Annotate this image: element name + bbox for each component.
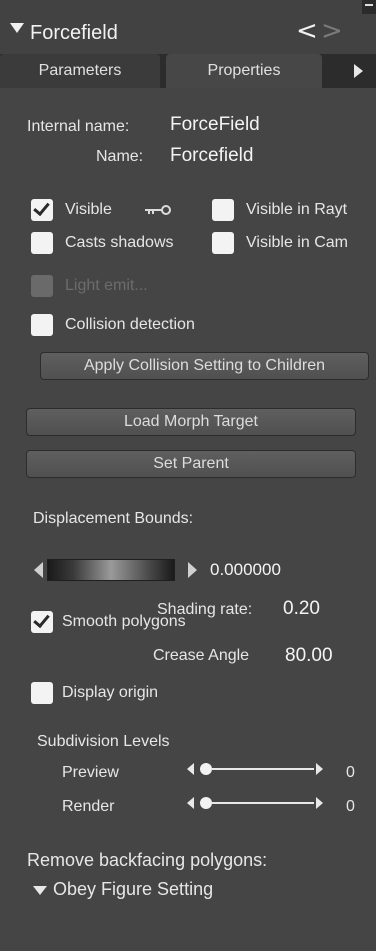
name-label: Name: xyxy=(96,148,144,165)
remove-backfacing-label: Remove backfacing polygons: xyxy=(27,850,268,870)
panel-title: Forcefield xyxy=(30,22,118,44)
collision-detection-checkbox[interactable] xyxy=(31,314,53,336)
crease-angle-value[interactable]: 80.00 xyxy=(285,645,333,667)
render-decrement-icon[interactable] xyxy=(187,797,194,809)
internal-name-label: Internal name: xyxy=(27,118,130,135)
apply-collision-button[interactable]: Apply Collision Setting to Children xyxy=(40,352,369,380)
preview-label: Preview xyxy=(62,764,119,781)
visible-label: Visible xyxy=(65,201,112,218)
displacement-value[interactable]: 0.000000 xyxy=(210,560,281,580)
name-field[interactable]: Forcefield xyxy=(170,145,253,167)
key-icon xyxy=(145,203,171,221)
render-slider-handle[interactable] xyxy=(200,797,212,809)
visible-in-raytrace-checkbox[interactable] xyxy=(212,199,234,221)
triangle-down-icon[interactable] xyxy=(10,23,24,33)
load-morph-target-button[interactable]: Load Morph Target xyxy=(26,408,356,436)
casts-shadows-label: Casts shadows xyxy=(65,234,174,251)
visible-in-camera-checkbox[interactable] xyxy=(212,232,234,254)
casts-shadows-checkbox[interactable] xyxy=(31,232,53,254)
collision-detection-label: Collision detection xyxy=(65,316,195,333)
visible-in-raytrace-label: Visible in Rayt xyxy=(246,201,348,218)
display-origin-label: Display origin xyxy=(62,684,159,701)
tab-properties[interactable]: Properties xyxy=(166,54,322,88)
render-increment-icon[interactable] xyxy=(316,797,323,809)
tab-bar: Parameters Properties xyxy=(0,54,376,88)
preview-increment-icon[interactable] xyxy=(316,763,323,775)
visible-checkbox[interactable] xyxy=(31,199,53,221)
displacement-bounds-label: Displacement Bounds: xyxy=(33,510,194,527)
chevron-right-icon[interactable]: > xyxy=(321,16,343,46)
light-emitter-checkbox xyxy=(31,275,53,297)
internal-name-value: ForceField xyxy=(170,114,260,135)
preview-decrement-icon[interactable] xyxy=(187,763,194,775)
displacement-dial[interactable] xyxy=(47,559,175,581)
render-slider-track[interactable] xyxy=(212,802,314,804)
tab-parameters[interactable]: Parameters xyxy=(0,54,160,88)
render-label: Render xyxy=(62,798,115,815)
tab-scroll-right-icon[interactable] xyxy=(354,64,363,78)
preview-value: 0 xyxy=(346,764,355,781)
subdivision-levels-label: Subdivision Levels xyxy=(37,733,170,750)
chevron-left-icon[interactable]: < xyxy=(296,16,318,46)
display-origin-checkbox[interactable] xyxy=(31,682,53,704)
preview-slider-handle[interactable] xyxy=(200,763,212,775)
decrement-arrow-icon[interactable] xyxy=(34,562,43,578)
shading-rate-value[interactable]: 0.20 xyxy=(283,598,320,620)
dropdown-arrow-icon[interactable] xyxy=(33,886,47,895)
increment-arrow-icon[interactable] xyxy=(188,562,197,578)
backfacing-dropdown[interactable]: Obey Figure Setting xyxy=(53,879,213,900)
crease-angle-label: Crease Angle xyxy=(153,647,250,664)
light-emitter-label: Light emit... xyxy=(65,277,148,294)
smooth-polygons-label: Smooth polygons xyxy=(62,613,186,630)
set-parent-button[interactable]: Set Parent xyxy=(26,450,356,478)
visible-in-camera-label: Visible in Cam xyxy=(246,234,348,251)
minimize-icon[interactable] xyxy=(362,0,376,14)
render-value: 0 xyxy=(346,798,355,815)
smooth-polygons-checkbox[interactable] xyxy=(31,611,53,633)
preview-slider-track[interactable] xyxy=(212,768,314,770)
